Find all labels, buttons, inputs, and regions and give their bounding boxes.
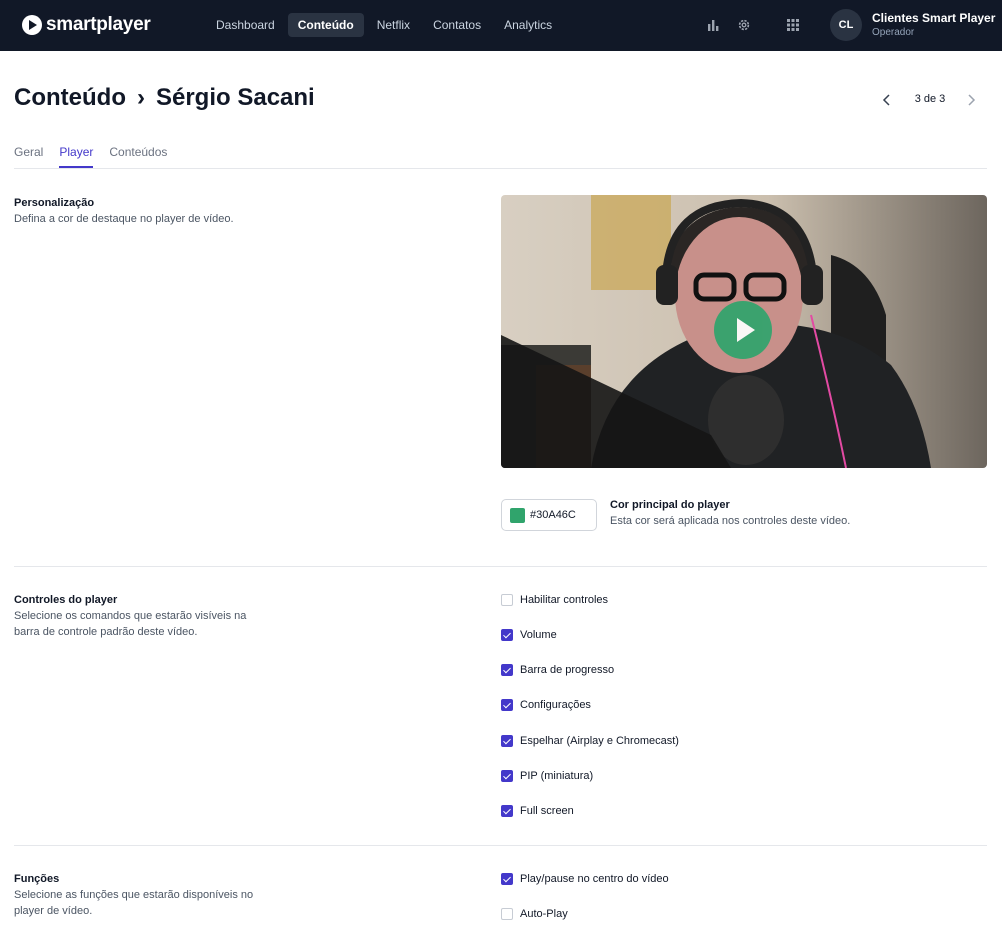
top-navigation-bar: smartplayer Dashboard Conteúdo Netflix C…: [0, 0, 1002, 51]
chevron-right-icon[interactable]: [965, 93, 977, 107]
nav-contatos[interactable]: Contatos: [423, 13, 491, 37]
checkbox-box[interactable]: [501, 664, 513, 676]
checkbox-label: Auto-Play: [520, 908, 568, 920]
page-title: Sérgio Sacani: [155, 84, 315, 111]
checkbox-label: Barra de progresso: [520, 664, 615, 676]
main-nav: Dashboard Conteúdo Netflix Contatos Anal…: [206, 13, 565, 37]
chevron-left-icon[interactable]: [881, 93, 893, 107]
breadcrumb: Conteúdo › Sérgio Sacani: [14, 84, 315, 112]
divider: [14, 168, 987, 169]
checkbox-auto-play[interactable]: Auto-Play: [501, 908, 568, 920]
checkbox-habilitar-controles[interactable]: Habilitar controles: [501, 594, 608, 606]
color-desc: Esta cor será aplicada nos controles des…: [610, 515, 851, 527]
checkbox-full-screen[interactable]: Full screen: [501, 805, 574, 817]
checkbox-box[interactable]: [501, 770, 513, 782]
tab-geral[interactable]: Geral: [14, 145, 43, 168]
checkbox-box[interactable]: [501, 873, 513, 885]
divider: [14, 845, 987, 846]
tabs: Geral Player Conteúdos: [14, 145, 183, 168]
color-swatch[interactable]: [510, 508, 525, 523]
section-title-funcoes: Funções: [14, 873, 60, 885]
checkbox-box[interactable]: [501, 805, 513, 817]
checkbox-label: Espelhar (Airplay e Chromecast): [520, 735, 679, 747]
section-desc-personalizacao: Defina a cor de destaque no player de ví…: [14, 213, 234, 225]
checkbox-configuracoes[interactable]: Configurações: [501, 699, 591, 711]
play-button-icon[interactable]: [714, 301, 772, 359]
play-logo-icon: [22, 15, 42, 35]
logo[interactable]: smartplayer: [22, 14, 151, 36]
checkbox-label: Configurações: [520, 699, 591, 711]
checkbox-espelhar[interactable]: Espelhar (Airplay e Chromecast): [501, 735, 679, 747]
logo-text: smartplayer: [46, 14, 151, 35]
checkbox-label: Volume: [520, 629, 557, 641]
apps-grid-icon[interactable]: [786, 18, 800, 32]
checkbox-label: Habilitar controles: [520, 594, 609, 606]
section-title-controles: Controles do player: [14, 594, 118, 606]
checkbox-play-pause-centro[interactable]: Play/pause no centro do vídeo: [501, 873, 669, 885]
checkbox-box[interactable]: [501, 699, 513, 711]
checkbox-barra-progresso[interactable]: Barra de progresso: [501, 664, 614, 676]
checkbox-pip[interactable]: PIP (miniatura): [501, 770, 593, 782]
checkbox-volume[interactable]: Volume: [501, 629, 557, 641]
section-title-personalizacao: Personalização: [14, 197, 95, 209]
color-picker[interactable]: #30A46C: [501, 499, 597, 531]
checkbox-box[interactable]: [501, 735, 513, 747]
checkbox-label: Full screen: [520, 805, 574, 817]
nav-analytics[interactable]: Analytics: [494, 13, 562, 37]
pager-count: 3 de 3: [914, 93, 946, 105]
video-preview[interactable]: [501, 195, 987, 468]
divider: [14, 566, 987, 567]
gear-icon[interactable]: [737, 18, 751, 32]
tab-conteudos[interactable]: Conteúdos: [109, 145, 167, 168]
avatar[interactable]: CL: [830, 9, 862, 41]
breadcrumb-root[interactable]: Conteúdo: [14, 84, 126, 112]
section-desc-funcoes: Selecione as funções que estarão disponí…: [14, 889, 254, 917]
user-role: Operador: [872, 27, 915, 38]
checkbox-label: PIP (miniatura): [520, 770, 594, 782]
tab-player[interactable]: Player: [59, 145, 94, 168]
checkbox-label: Play/pause no centro do vídeo: [520, 873, 669, 885]
nav-dashboard[interactable]: Dashboard: [206, 13, 285, 37]
checkbox-box[interactable]: [501, 908, 513, 920]
checkbox-box[interactable]: [501, 629, 513, 641]
color-hex-value: #30A46C: [530, 509, 576, 521]
user-name[interactable]: Clientes Smart Player: [872, 11, 998, 25]
nav-conteudo[interactable]: Conteúdo: [287, 13, 364, 37]
chevron-right-icon: ›: [136, 84, 145, 111]
color-label: Cor principal do player: [610, 499, 730, 511]
nav-netflix[interactable]: Netflix: [367, 13, 420, 37]
bar-chart-icon[interactable]: [706, 18, 720, 32]
section-desc-controles: Selecione os comandos que estarão visíve…: [14, 610, 247, 638]
checkbox-box[interactable]: [501, 594, 513, 606]
